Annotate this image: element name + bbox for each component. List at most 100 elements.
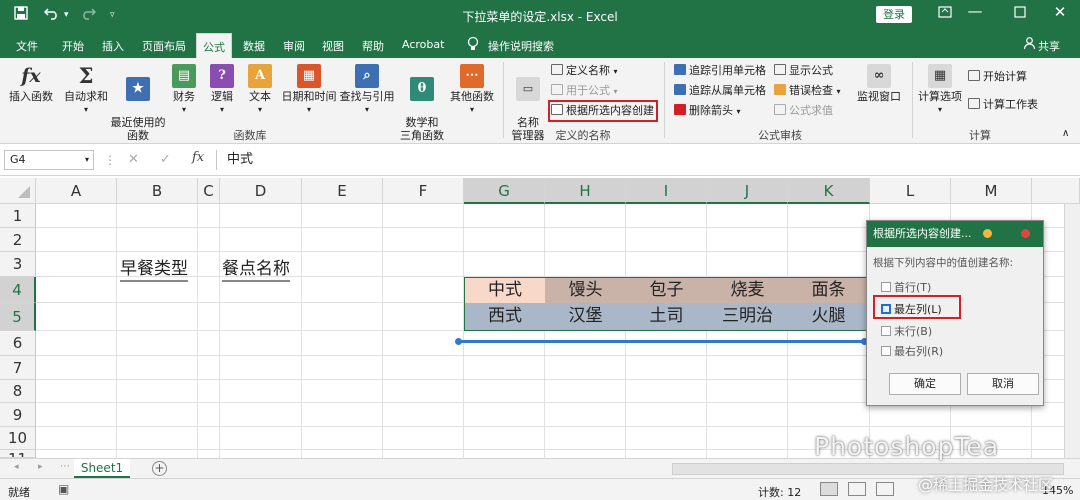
collapse-ribbon-icon[interactable]: ∧ [1062,128,1069,139]
row-header-10[interactable]: 10 [0,427,36,450]
option-top-row[interactable]: 首行(T) [881,279,931,295]
row-header-4[interactable]: 4 [0,277,36,303]
column-header-m[interactable]: M [951,178,1032,204]
cell-i5[interactable]: 土司 [626,303,707,330]
row-header-9[interactable]: 9 [0,403,36,427]
autosum-button[interactable]: Σ 自动求和 ▾ [62,64,110,116]
cell-b3[interactable]: 早餐类型 [120,254,188,282]
cell-k5[interactable]: 火腿 [788,303,869,330]
formula-input[interactable]: 中式 [216,150,1076,170]
tab-help[interactable]: 帮助 [362,38,384,54]
minimize-icon[interactable]: — [955,2,995,20]
column-header-j[interactable]: J [707,178,788,204]
tab-home[interactable]: 开始 [62,38,84,54]
column-header-l[interactable]: L [870,178,951,204]
column-header-n[interactable] [1032,178,1080,204]
option-bottom-row[interactable]: 末行(B) [881,323,932,339]
page-break-view-icon[interactable] [876,482,894,496]
calc-options-button[interactable]: ▦ 计算选项 ▾ [914,64,966,116]
macro-record-icon[interactable]: ▣ [58,482,69,496]
next-sheet-icon[interactable]: ▸ [38,462,43,472]
name-box[interactable]: G4 ▾ [4,150,94,170]
watch-window-button[interactable]: ∞ 监视窗口 [854,64,904,103]
column-header-b[interactable]: B [117,178,198,204]
financial-button[interactable]: ▤ 财务 ▾ [166,64,202,116]
tab-view[interactable]: 视图 [322,38,344,54]
row-header-11[interactable]: 11 [0,450,36,458]
login-button[interactable]: 登录 [876,6,912,23]
cell-k4[interactable]: 面条 [788,278,869,303]
error-checking-button[interactable]: 错误检查 ▾ [774,84,841,99]
sheet-menu-icon[interactable]: ⋯ [60,461,70,472]
cancel-button[interactable]: 取消 [967,373,1039,395]
cell-g5[interactable]: 西式 [465,303,545,330]
more-functions-button[interactable]: ⋯ 其他函数 ▾ [448,64,496,116]
cell-g4[interactable]: 中式 [465,278,545,303]
tell-me-search[interactable]: 操作说明搜索 [488,38,554,54]
column-header-i[interactable]: I [626,178,707,204]
column-header-a[interactable]: A [36,178,117,204]
normal-view-icon[interactable] [820,482,838,496]
add-sheet-icon[interactable]: + [152,461,167,476]
tab-page-layout[interactable]: 页面布局 [142,38,186,54]
column-header-e[interactable]: E [302,178,383,204]
column-header-f[interactable]: F [383,178,464,204]
cell-d3[interactable]: 餐点名称 [222,254,290,282]
row-header-6[interactable]: 6 [0,331,36,356]
option-right-column[interactable]: 最右列(R) [881,343,943,359]
cell-h4[interactable]: 馒头 [545,278,626,303]
cell-h5[interactable]: 汉堡 [545,303,626,330]
vertical-scrollbar[interactable] [1064,204,1080,458]
logical-button[interactable]: ? 逻辑 ▾ [204,64,240,116]
maximize-icon[interactable] [1000,4,1040,22]
trace-dependents-button[interactable]: 追踪从属单元格 [674,84,766,98]
cell-j5[interactable]: 三明治 [707,303,788,330]
checkbox-top-row[interactable] [881,282,891,292]
trace-precedents-button[interactable]: 追踪引用单元格 [674,64,766,78]
ok-button[interactable]: 确定 [889,373,961,395]
prev-sheet-icon[interactable]: ◂ [14,462,19,472]
dialog-close-icon[interactable] [1021,229,1030,238]
close-icon[interactable]: ✕ [1040,3,1080,21]
cell-i4[interactable]: 包子 [626,278,707,303]
dialog-minimize-icon[interactable] [983,229,992,238]
chevron-down-icon: ▾ [364,105,369,114]
show-formulas-button[interactable]: 显示公式 [774,64,833,78]
insert-function-button[interactable]: fx 插入函数 [6,64,56,103]
text-functions-button[interactable]: A 文本 ▾ [242,64,278,116]
column-header-k[interactable]: K [788,178,870,204]
checkbox-bottom-row[interactable] [881,326,891,336]
row-header-7[interactable]: 7 [0,356,36,380]
sheet-tab-sheet1[interactable]: Sheet1 [74,459,130,478]
cell-j4[interactable]: 烧麦 [707,278,788,303]
page-layout-view-icon[interactable] [848,482,866,496]
column-header-d[interactable]: D [220,178,302,204]
row-header-1[interactable]: 1 [0,204,36,228]
recent-functions-button[interactable]: ★ 最近使用的 函数 [108,64,168,155]
calculate-now-button[interactable]: 开始计算 [968,70,1027,84]
calculate-sheet-button[interactable]: 计算工作表 [968,98,1038,112]
math-trig-button[interactable]: θ 数学和 三角函数 [396,64,448,155]
remove-arrows-button[interactable]: 删除箭头 ▾ [674,104,741,119]
tab-review[interactable]: 审阅 [283,38,305,54]
column-header-c[interactable]: C [198,178,220,204]
row-header-2[interactable]: 2 [0,228,36,252]
tab-data[interactable]: 数据 [243,38,265,54]
select-all-corner[interactable] [0,178,36,204]
column-header-h[interactable]: H [545,178,626,204]
define-name-button[interactable]: 定义名称 ▾ [551,64,618,79]
share-button[interactable]: 共享 [1038,38,1060,54]
row-header-8[interactable]: 8 [0,380,36,403]
datetime-button[interactable]: ▦ 日期和时间 ▾ [280,64,338,116]
fx-icon[interactable]: fx [192,150,204,165]
tab-file[interactable]: 文件 [16,38,38,54]
tab-formulas[interactable]: 公式 [196,33,232,58]
tab-insert[interactable]: 插入 [102,38,124,54]
drag-handle-start[interactable] [455,338,462,345]
checkbox-right-column[interactable] [881,346,891,356]
tab-acrobat[interactable]: Acrobat [402,38,444,51]
row-header-5[interactable]: 5 [0,303,36,331]
row-header-3[interactable]: 3 [0,252,36,277]
lookup-button[interactable]: ⌕ 查找与引用 ▾ [338,64,396,116]
column-header-g[interactable]: G [464,178,545,204]
